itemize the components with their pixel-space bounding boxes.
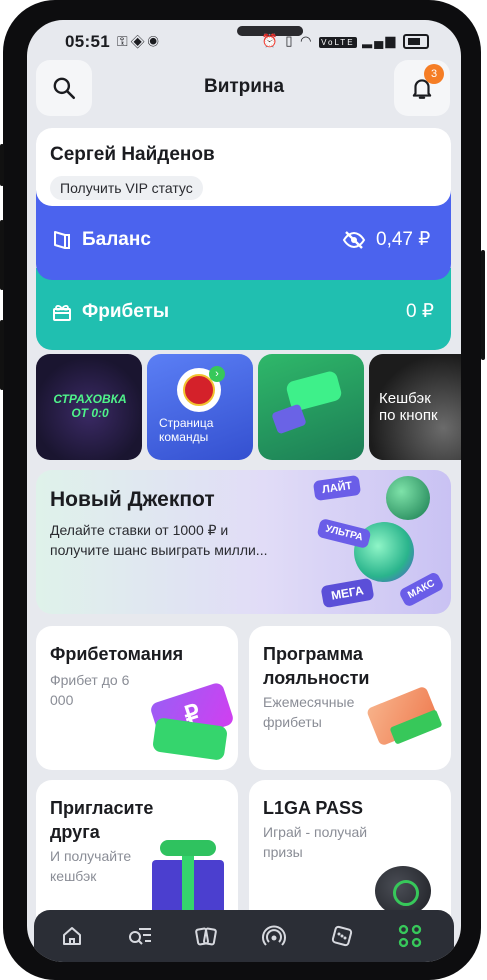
power-button	[0, 144, 4, 186]
stories-carousel[interactable]: СТРАХОВКА ОТ 0:0 › Страница команды Кешб…	[36, 354, 461, 462]
layers-icon: ◈	[130, 33, 148, 49]
card-title: L1GA PASS	[263, 798, 364, 818]
gift-icon	[53, 304, 71, 321]
tab-casino[interactable]	[328, 922, 356, 950]
balance-value: 0,47 ₽	[376, 229, 431, 250]
bottom-tab-bar	[34, 910, 454, 962]
card-title: Пригласите друга	[50, 798, 154, 842]
showcase-grid-icon	[398, 924, 422, 948]
story-label: СТРАХОВКА ОТ 0:0	[53, 392, 127, 420]
card-freebetomania[interactable]: Фрибетомания Фрибет до 6 000 ₽	[36, 626, 238, 770]
arrow-badge-icon: ›	[209, 366, 225, 382]
search-list-icon	[129, 928, 151, 945]
tag-ultra: УЛЬТРА	[316, 517, 372, 550]
freebets-label-group: Фрибеты	[50, 300, 169, 324]
status-left-icons: ⚿◈◉	[117, 33, 162, 50]
balance-label: Баланс	[82, 229, 151, 250]
notifications-button[interactable]: 3	[394, 60, 450, 116]
tab-live[interactable]	[260, 922, 288, 950]
jackpot-ball-icon	[386, 476, 430, 520]
card-subtitle: Ежемесячные фрибеты	[263, 694, 355, 730]
volte-icon: VoLTE	[319, 37, 357, 48]
story-cashback[interactable]: Кешбэк по кнопк	[369, 354, 461, 460]
card-subtitle: Фрибет до 6 000	[50, 672, 130, 708]
vip-status-button[interactable]: Получить VIP статус	[50, 176, 203, 200]
status-time: 05:51	[65, 32, 110, 51]
freebets-value: 0 ₽	[406, 301, 434, 322]
freebets-label: Фрибеты	[82, 301, 170, 322]
user-name: Сергей Найденов	[50, 144, 215, 165]
card-title: Фрибетомания	[50, 644, 184, 664]
hide-balance-icon[interactable]	[342, 228, 366, 257]
tag-lite: ЛАЙТ	[312, 474, 362, 502]
profile-card: Сергей Найденов Получить VIP статус Бала…	[36, 128, 451, 350]
volume-button	[0, 220, 4, 290]
user-panel[interactable]: Сергей Найденов Получить VIP статус	[36, 128, 451, 206]
card-loyalty-program[interactable]: Программа лояльности Ежемесячные фрибеты	[249, 626, 451, 770]
volume-button-2	[0, 320, 4, 390]
tag-max: МАКС	[398, 571, 445, 608]
screen: 05:51 ⚿◈◉ ⏰ ▯ ◠ VoLTE ▂▄▆ Витрина 3 Серг…	[27, 20, 461, 962]
freebets-row[interactable]: Фрибеты 0 ₽	[36, 268, 451, 350]
key-icon: ⚿	[117, 33, 131, 49]
alarm-icon: ⏰	[261, 33, 280, 48]
card-title: Программа лояльности	[263, 644, 370, 688]
story-money-gun[interactable]	[258, 354, 364, 460]
status-right-icons: ⏰ ▯ ◠ VoLTE ▂▄▆	[261, 33, 429, 50]
tab-search-list[interactable]	[126, 922, 154, 950]
side-button-right	[481, 250, 485, 360]
card-subtitle: Играй - получай призы	[263, 824, 368, 860]
battery-icon	[403, 34, 429, 50]
status-bar: 05:51 ⚿◈◉ ⏰ ▯ ◠ VoLTE ▂▄▆	[27, 30, 461, 54]
gift-bow-icon	[160, 840, 216, 856]
story-team-page[interactable]: › Страница команды	[147, 354, 253, 460]
vibrate-icon: ▯	[285, 33, 295, 48]
tag-mega: МЕГА	[320, 577, 375, 609]
card-subtitle: И получайте кешбэк	[50, 848, 132, 884]
gift-ribbon-icon	[182, 846, 194, 920]
balance-label-group: Баланс	[50, 228, 151, 252]
jackpot-title: Новый Джекпот	[50, 488, 215, 511]
jackpot-banner[interactable]: Новый Джекпот Делайте ставки от 1000 ₽ и…	[36, 470, 451, 614]
story-insurance[interactable]: СТРАХОВКА ОТ 0:0	[36, 354, 142, 460]
wifi-icon: ◠	[300, 33, 314, 48]
story-label: Кешбэк по кнопк	[379, 390, 438, 424]
dice-icon	[331, 925, 353, 947]
live-icon	[262, 925, 286, 946]
game-icon: ◉	[147, 33, 162, 49]
home-icon	[63, 927, 81, 945]
liga-accent-icon	[393, 880, 419, 906]
tab-showcase[interactable]	[396, 922, 424, 950]
tab-cards[interactable]	[192, 922, 220, 950]
story-label: Страница команды	[159, 416, 214, 444]
card-invite-friend[interactable]: Пригласите друга И получайте кешбэк	[36, 780, 238, 930]
signal-icon: ▂▄▆	[362, 33, 398, 48]
wallet-icon	[54, 231, 70, 249]
cards-icon	[195, 927, 217, 946]
tab-home[interactable]	[58, 922, 86, 950]
card-liga-pass[interactable]: L1GA PASS Играй - получай призы	[249, 780, 451, 930]
notification-badge: 3	[424, 64, 444, 84]
jackpot-description: Делайте ставки от 1000 ₽ и получите шанс…	[50, 522, 268, 558]
